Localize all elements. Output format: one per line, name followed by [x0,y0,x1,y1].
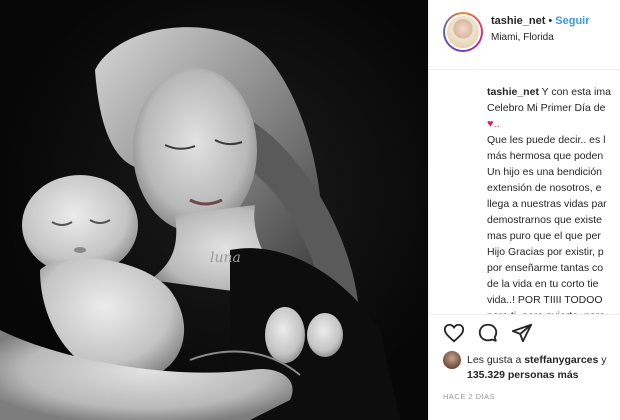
separator-dot: • [548,15,553,27]
caption-line: demostrarnos que existe [487,214,602,226]
heart-emoji: ♥.. [487,118,500,130]
share-icon[interactable] [511,322,533,344]
caption-username[interactable]: tashie_net [487,86,539,98]
caption-line: extensión de nosotros, e [487,182,602,194]
svg-text:luna: luna [210,250,241,266]
caption-line: Un hijo es una bendición [487,166,602,178]
likes-count-suffix: personas más [507,369,579,381]
caption-line: mas puro que el que per [487,230,601,242]
comment-icon[interactable] [477,322,499,344]
caption-line: de la vida en tu corto tie [487,278,599,290]
photo-illustration: luna [0,27,400,420]
caption-line: vida..! POR TIIII TODOO [487,294,603,306]
likes-count[interactable]: 135.329 personas más [467,369,579,381]
caption-line: llega a nuestras vidas par [487,198,607,210]
follow-button[interactable]: Seguir [555,15,589,27]
caption-line: Y con esta ima [541,86,611,98]
post-side-panel: tashie_net • Seguir Miami, Florida tashie_… [428,0,620,420]
likes-number: 135.329 [467,369,505,381]
liker-avatar[interactable] [443,351,461,369]
liker-username[interactable]: steffanygarces [524,354,598,366]
heart-icon[interactable] [443,322,465,344]
caption-line: Hijo Gracias por existir, p [487,246,604,258]
post-timestamp[interactable]: HACE 2 DÍAS [443,392,495,401]
header-username[interactable]: tashie_net [491,15,545,27]
post-actions: Les gusta a steffanygarces y 135.329 per… [429,314,620,420]
post-caption: tashie_net Y con esta ima Celebro Mi Pri… [487,84,620,324]
caption-line: Que les puede decir.. es l [487,134,606,146]
caption-line: por enseñarme tantas co [487,262,604,274]
caption-line: Celebro Mi Primer Día de [487,102,606,114]
likes-summary: Les gusta a steffanygarces y [443,351,607,369]
likes-suffix: y [601,354,607,366]
profile-avatar[interactable] [443,12,483,52]
post-photo[interactable]: luna [0,0,428,420]
likes-prefix: Les gusta a [467,354,522,366]
post-header: tashie_net • Seguir Miami, Florida [429,0,620,70]
post-location[interactable]: Miami, Florida [491,32,554,43]
caption-line: más hermosa que poden [487,150,604,162]
